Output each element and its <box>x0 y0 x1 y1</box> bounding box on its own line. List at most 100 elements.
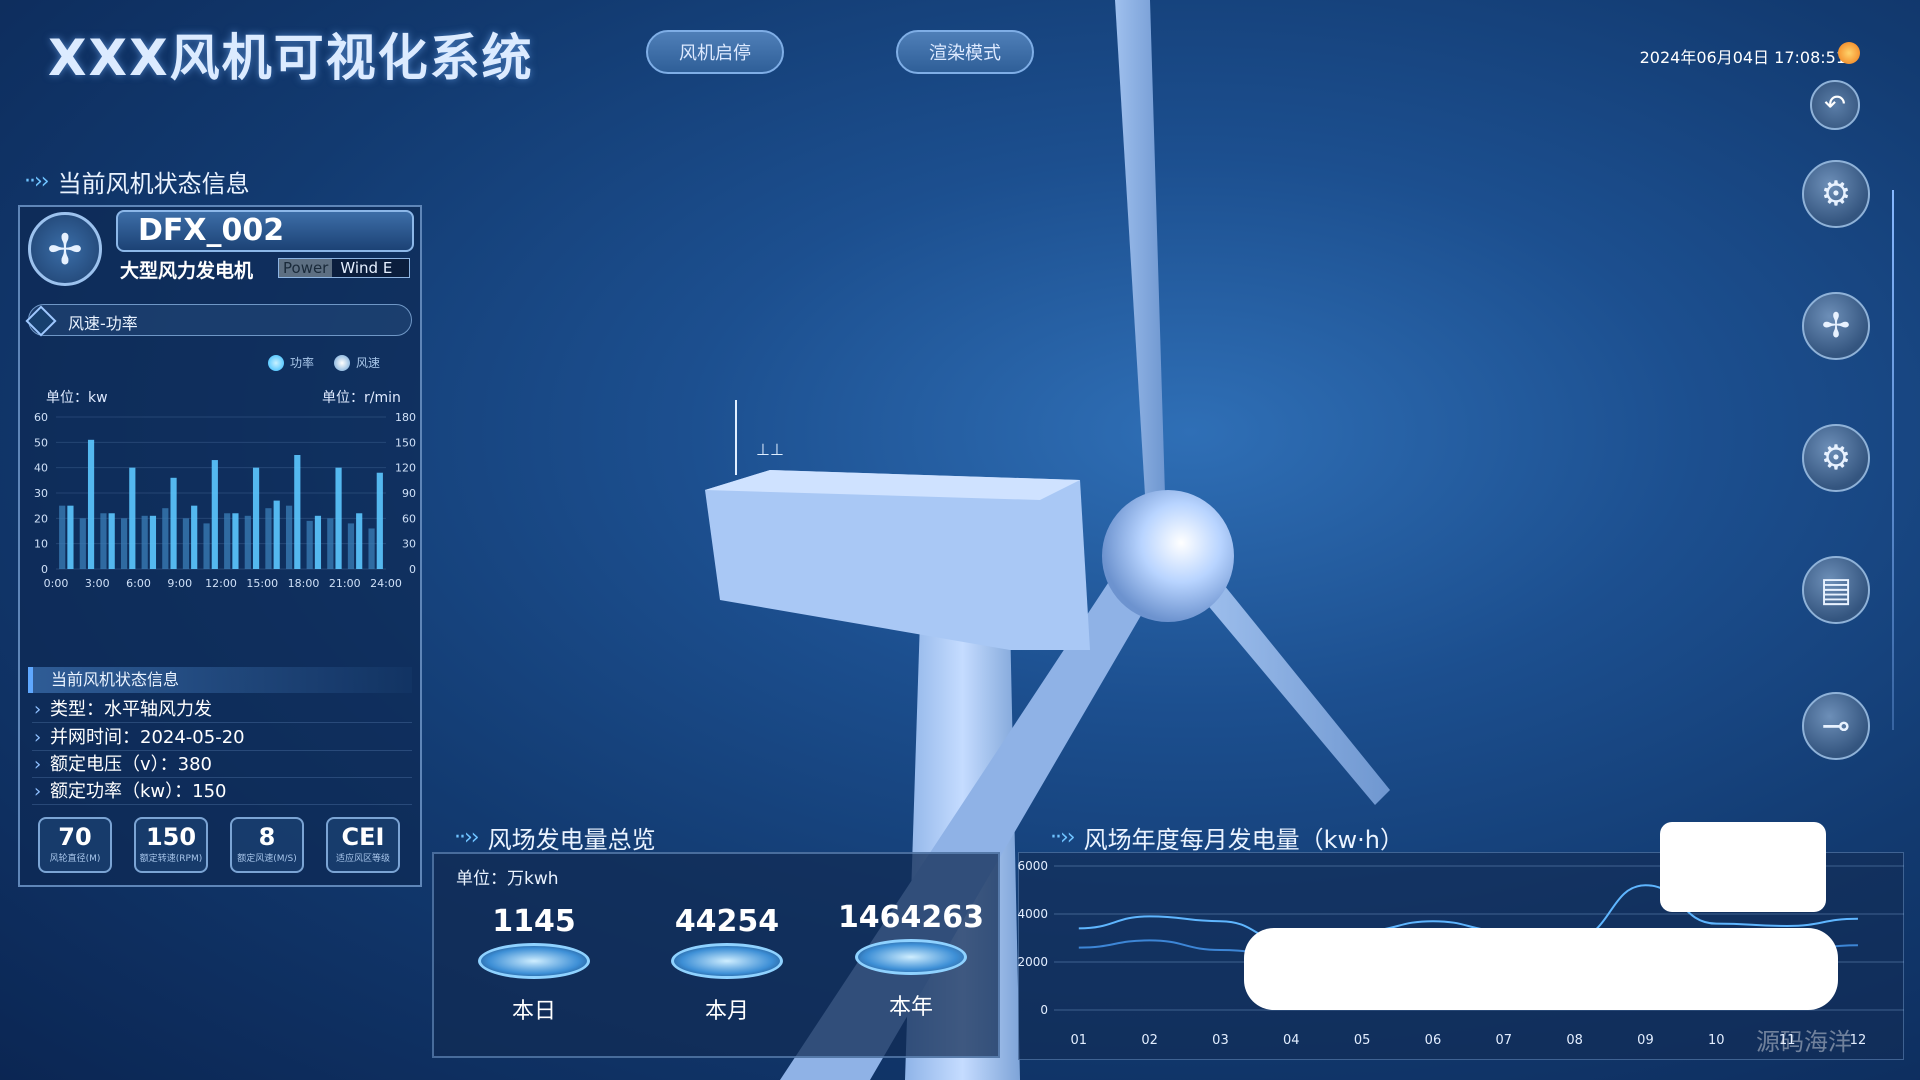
power-bar <box>252 467 260 569</box>
icon-rail <box>1892 190 1894 730</box>
energy-year-value: 1464263 <box>837 900 985 935</box>
legend-power[interactable]: 功率 <box>268 354 314 371</box>
x-tick-label: 07 <box>1496 1033 1513 1048</box>
wind-bar <box>100 513 107 569</box>
fan-icon[interactable]: ✢ <box>1802 292 1870 360</box>
status-section-title: ··›› 当前风机状态信息 <box>24 169 250 198</box>
energy-section-title: ··›› 风场发电量总览 <box>454 825 656 854</box>
stat-rated-speed: 150 额定转速(RPM) <box>134 817 208 873</box>
chart-title: 风速-功率 <box>68 314 138 333</box>
gear-icon[interactable]: ⚙ <box>1802 424 1870 492</box>
y-right-tick-label: 180 <box>395 411 416 424</box>
watermark: 源码海洋 <box>1756 1028 1852 1056</box>
tool-icon[interactable]: ⊸ <box>1802 692 1870 760</box>
x-tick-label: 09 <box>1637 1033 1654 1048</box>
info-header: 当前风机状态信息 <box>28 667 412 693</box>
x-tick-label: 10 <box>1708 1033 1725 1048</box>
wind-bar <box>162 508 169 569</box>
x-tick-label: 01 <box>1071 1033 1088 1048</box>
pedestal-icon <box>671 943 783 979</box>
energy-unit: 单位：万kwh <box>456 869 559 889</box>
power-bar <box>129 467 136 569</box>
y-tick-label: 0 <box>1040 1003 1048 1017</box>
power-bar <box>376 472 383 569</box>
redacted-area <box>1244 928 1838 1010</box>
tag-power: Power <box>279 259 333 277</box>
y-left-tick-label: 20 <box>34 512 48 525</box>
power-bar <box>335 467 342 569</box>
turbine-type: 大型风力发电机 <box>120 260 254 282</box>
energy-day-label: 本日 <box>511 999 556 1024</box>
unit-left: 单位：kw <box>46 390 108 406</box>
info-row-power: 额定功率（kw）：150 <box>32 779 412 805</box>
wind-bar <box>244 515 251 569</box>
x-tick-label: 3:00 <box>85 577 110 590</box>
energy-year-label: 本年 <box>888 995 933 1020</box>
turbine-id: DFX_002 <box>116 210 414 252</box>
turbine-blade-right <box>1195 580 1390 805</box>
energy-day: 1145 本日 <box>478 904 590 1025</box>
wind-bar <box>347 523 355 569</box>
wind-bar <box>285 505 293 569</box>
tag-wind: Wind E <box>340 259 393 277</box>
y-left-tick-label: 0 <box>41 563 48 576</box>
stat-value: 150 <box>145 823 197 851</box>
y-right-tick-label: 0 <box>409 563 416 576</box>
wind-bar <box>59 505 66 569</box>
pedestal-icon <box>855 939 967 975</box>
energy-day-value: 1145 <box>492 904 576 939</box>
legend-power-dot <box>268 354 284 371</box>
stat-rated-wind: 8 额定风速(M/S) <box>230 817 304 873</box>
y-right-tick-label: 150 <box>395 436 416 449</box>
power-bar <box>294 455 301 569</box>
x-tick-label: 05 <box>1354 1033 1371 1048</box>
x-tick-label: 6:00 <box>126 577 151 590</box>
x-tick-label: 08 <box>1566 1033 1583 1048</box>
stat-value: 8 <box>258 823 276 851</box>
power-bar <box>149 515 157 569</box>
power-bar <box>314 515 322 569</box>
unit-right: 单位：r/min <box>322 390 401 406</box>
svg-text:⊥⊥: ⊥⊥ <box>756 440 784 459</box>
y-tick-label: 2000 <box>1017 955 1048 969</box>
legend-wind-label: 风速 <box>356 356 381 370</box>
power-bar <box>170 477 177 569</box>
wind-bar <box>224 513 231 569</box>
energy-month: 44254 本月 <box>660 904 794 1025</box>
engine-icon[interactable]: ⚙ <box>1802 160 1870 228</box>
y-right-tick-label: 90 <box>402 487 416 500</box>
y-right-tick-label: 60 <box>402 512 416 525</box>
power-bar <box>356 513 363 569</box>
info-row-voltage: 额定电压（v）：380 <box>32 752 412 778</box>
power-bar <box>273 500 280 569</box>
turbine-tag: Power Wind E <box>278 258 410 278</box>
y-left-tick-label: 50 <box>34 436 48 449</box>
stat-label: 适应风区等级 <box>335 854 390 864</box>
y-tick-label: 4000 <box>1017 907 1048 921</box>
energy-year: 1464263 本年 <box>836 900 986 1021</box>
power-bar <box>232 513 239 569</box>
legend-wind[interactable]: 风速 <box>334 354 380 371</box>
status-panel: ✢ DFX_002 大型风力发电机 Power Wind E 风速-功率 功率 … <box>18 205 422 887</box>
wind-bar <box>265 508 272 569</box>
generator-icon[interactable]: ▤ <box>1802 556 1870 624</box>
wind-bar <box>141 515 148 569</box>
x-tick-label: 03 <box>1212 1033 1229 1048</box>
info-row-grid-date: 并网时间：2024-05-20 <box>32 725 412 751</box>
x-tick-label: 04 <box>1283 1033 1300 1048</box>
back-icon[interactable]: ↶ <box>1810 80 1860 130</box>
x-tick-label: 18:00 <box>288 577 320 590</box>
power-bar <box>191 505 198 569</box>
info-row-type: 类型：水平轴风力发 <box>32 697 412 723</box>
stat-rotor-diameter: 70 风轮直径(M) <box>38 817 112 873</box>
legend-wind-dot <box>334 354 350 371</box>
wind-bar <box>182 518 190 569</box>
x-tick-label: 9:00 <box>167 577 192 590</box>
turbine-blade-top <box>1115 0 1165 495</box>
stat-label: 风轮直径(M) <box>49 854 101 864</box>
wind-bar <box>368 528 375 569</box>
x-tick-label: 12:00 <box>205 577 237 590</box>
power-bar <box>211 460 218 569</box>
wind-bar <box>306 520 313 569</box>
monthly-section-title: ··›› 风场年度每月发电量（kw·h） <box>1050 825 1404 854</box>
